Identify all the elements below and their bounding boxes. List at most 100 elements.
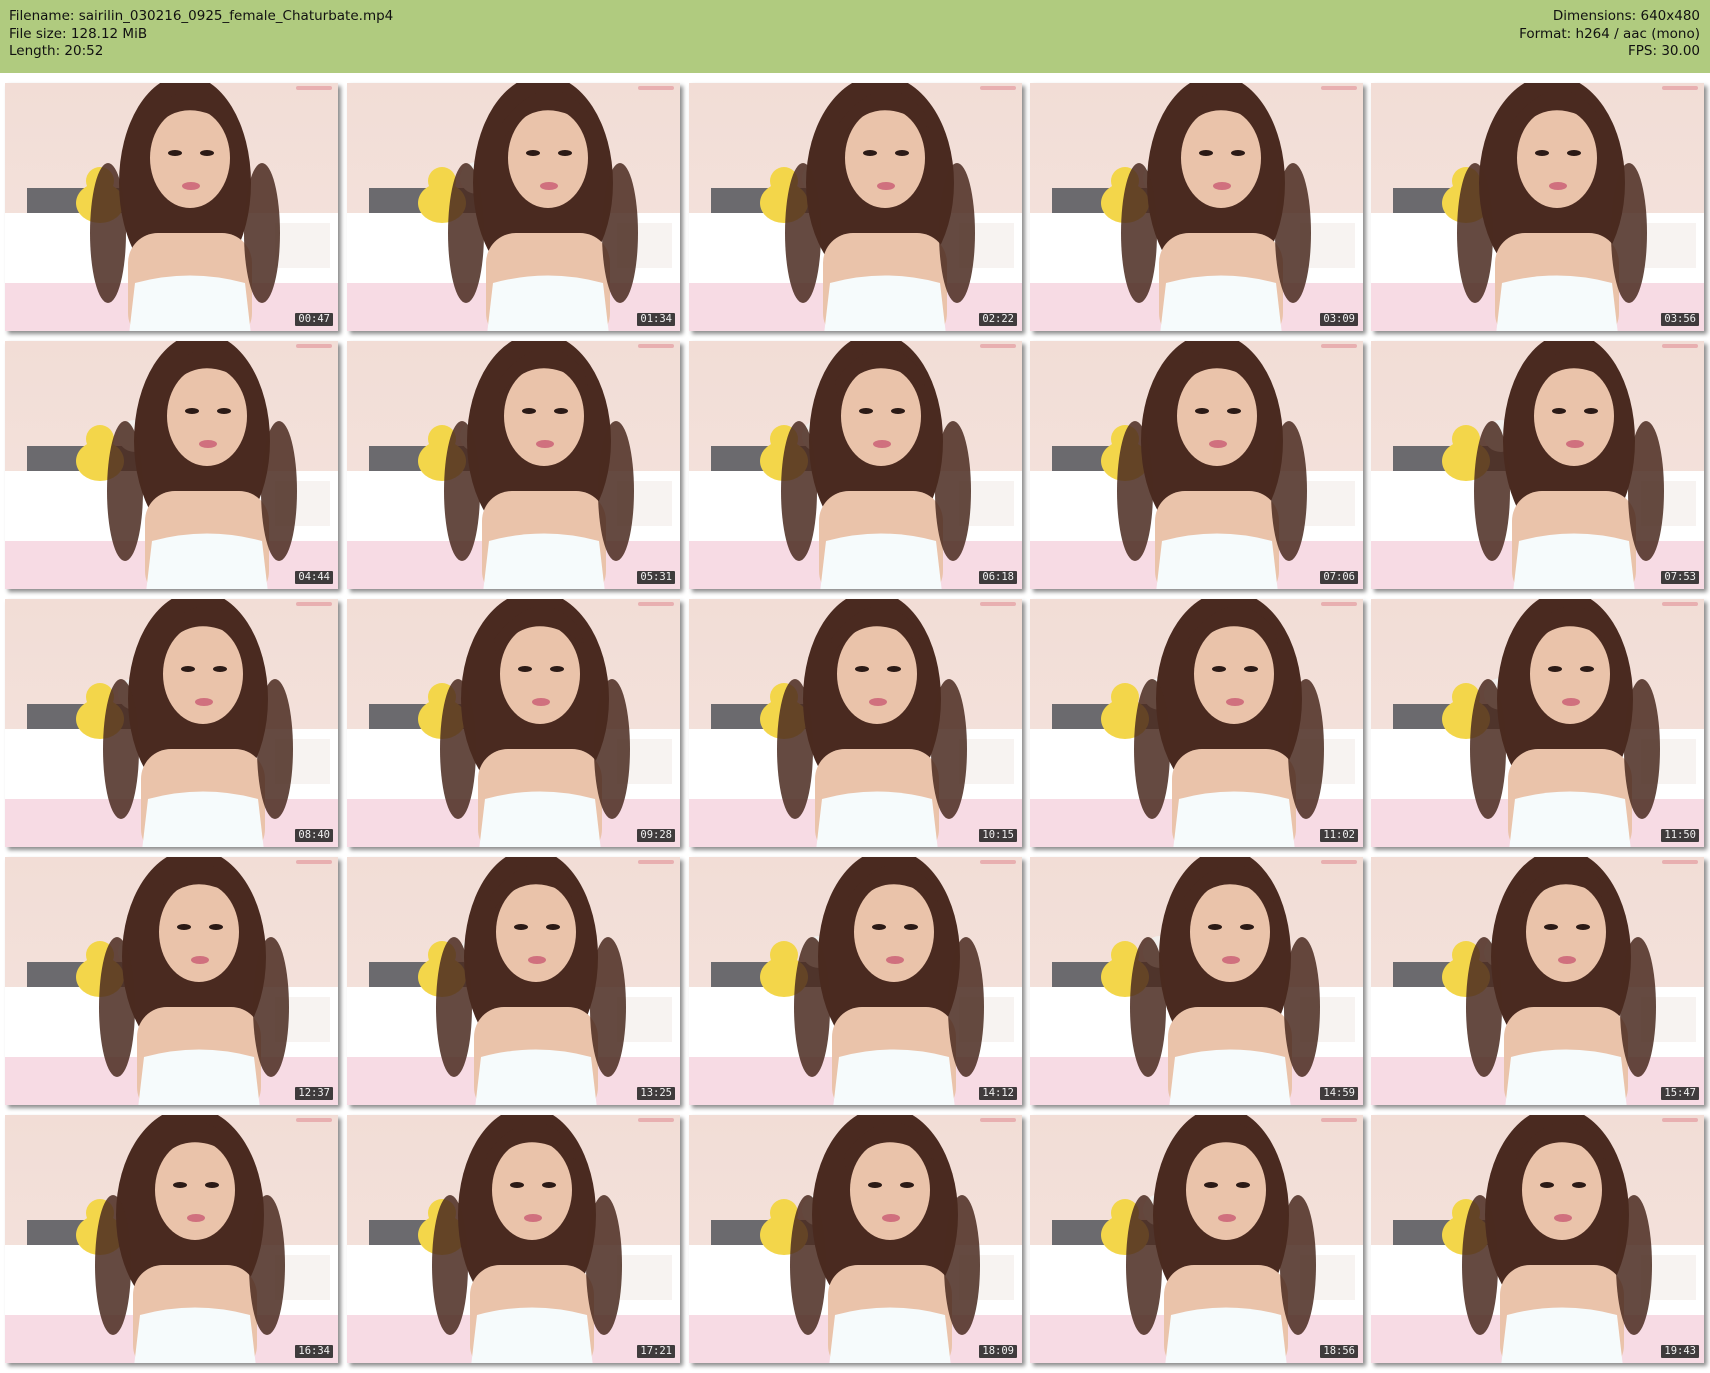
filesize-text: File size: 128.12 MiB bbox=[9, 25, 148, 42]
video-thumbnail: 03:09 bbox=[1030, 83, 1363, 331]
watermark-mark bbox=[296, 860, 332, 864]
frame-scene bbox=[689, 83, 1022, 331]
frame-scene bbox=[1030, 341, 1363, 589]
watermark-mark bbox=[1662, 86, 1698, 90]
timestamp-label: 18:09 bbox=[979, 1345, 1017, 1358]
watermark-mark bbox=[296, 344, 332, 348]
video-thumbnail: 00:47 bbox=[5, 83, 338, 331]
frame-scene bbox=[1030, 599, 1363, 847]
timestamp-label: 18:56 bbox=[1320, 1345, 1358, 1358]
frame-scene bbox=[1030, 857, 1363, 1105]
video-thumbnail: 03:56 bbox=[1371, 83, 1704, 331]
frame-scene bbox=[5, 857, 338, 1105]
watermark-mark bbox=[638, 1118, 674, 1122]
fps-text: FPS: 30.00 bbox=[1628, 43, 1700, 59]
timestamp-label: 03:56 bbox=[1661, 313, 1699, 326]
video-thumbnail: 08:40 bbox=[5, 599, 338, 847]
video-thumbnail: 04:44 bbox=[5, 341, 338, 589]
format-text: Format: h264 / aac (mono) bbox=[1519, 25, 1700, 42]
frame-scene bbox=[689, 341, 1022, 589]
timestamp-label: 15:47 bbox=[1661, 1087, 1699, 1100]
watermark-mark bbox=[1662, 860, 1698, 864]
video-thumbnail: 06:18 bbox=[689, 341, 1022, 589]
frame-scene bbox=[347, 83, 680, 331]
video-thumbnail: 11:50 bbox=[1371, 599, 1704, 847]
frame-scene bbox=[1371, 341, 1704, 589]
video-thumbnail: 09:28 bbox=[347, 599, 680, 847]
watermark-mark bbox=[980, 860, 1016, 864]
frame-scene bbox=[347, 341, 680, 589]
timestamp-label: 10:15 bbox=[979, 829, 1017, 842]
video-thumbnail: 10:15 bbox=[689, 599, 1022, 847]
video-thumbnail: 02:22 bbox=[689, 83, 1022, 331]
frame-scene bbox=[689, 1115, 1022, 1363]
watermark-mark bbox=[980, 344, 1016, 348]
timestamp-label: 14:59 bbox=[1320, 1087, 1358, 1100]
watermark-mark bbox=[1321, 86, 1357, 90]
video-thumbnail: 05:31 bbox=[347, 341, 680, 589]
watermark-mark bbox=[638, 860, 674, 864]
timestamp-label: 02:22 bbox=[979, 313, 1017, 326]
video-thumbnail: 07:06 bbox=[1030, 341, 1363, 589]
timestamp-label: 19:43 bbox=[1661, 1345, 1699, 1358]
timestamp-label: 11:02 bbox=[1320, 829, 1358, 842]
timestamp-label: 07:06 bbox=[1320, 571, 1358, 584]
video-thumbnail: 15:47 bbox=[1371, 857, 1704, 1105]
timestamp-label: 00:47 bbox=[295, 313, 333, 326]
frame-scene bbox=[5, 341, 338, 589]
watermark-mark bbox=[1321, 860, 1357, 864]
watermark-mark bbox=[1321, 1118, 1357, 1122]
frame-scene bbox=[5, 83, 338, 331]
watermark-mark bbox=[296, 86, 332, 90]
watermark-mark bbox=[980, 86, 1016, 90]
timestamp-label: 13:25 bbox=[637, 1087, 675, 1100]
video-thumbnail: 14:12 bbox=[689, 857, 1022, 1105]
video-thumbnail: 14:59 bbox=[1030, 857, 1363, 1105]
watermark-mark bbox=[638, 602, 674, 606]
video-thumbnail: 13:25 bbox=[347, 857, 680, 1105]
frame-scene bbox=[689, 599, 1022, 847]
video-thumbnail: 12:37 bbox=[5, 857, 338, 1105]
file-info-right: Dimensions: 640x480 Format: h264 / aac (… bbox=[1519, 8, 1700, 61]
timestamp-label: 12:37 bbox=[295, 1087, 333, 1100]
thumbnail-grid: 00:47 01:34 02:22 03:09 03:56 04:44 05:31 06:18… bbox=[0, 73, 1710, 1373]
watermark-mark bbox=[638, 344, 674, 348]
video-thumbnail: 11:02 bbox=[1030, 599, 1363, 847]
video-thumbnail: 18:56 bbox=[1030, 1115, 1363, 1363]
timestamp-label: 11:50 bbox=[1661, 829, 1699, 842]
timestamp-label: 14:12 bbox=[979, 1087, 1017, 1100]
frame-scene bbox=[347, 857, 680, 1105]
timestamp-label: 08:40 bbox=[295, 829, 333, 842]
video-thumbnail: 18:09 bbox=[689, 1115, 1022, 1363]
dimensions-text: Dimensions: 640x480 bbox=[1552, 8, 1700, 24]
video-thumbnail: 01:34 bbox=[347, 83, 680, 331]
timestamp-label: 17:21 bbox=[637, 1345, 675, 1358]
frame-scene bbox=[1371, 599, 1704, 847]
watermark-mark bbox=[1662, 1118, 1698, 1122]
info-header: Filename: sairilin_030216_0925_female_Ch… bbox=[0, 0, 1710, 73]
frame-scene bbox=[1371, 857, 1704, 1105]
length-text: Length: 20:52 bbox=[9, 43, 104, 59]
file-info-left: Filename: sairilin_030216_0925_female_Ch… bbox=[9, 8, 393, 61]
timestamp-label: 06:18 bbox=[979, 571, 1017, 584]
video-thumbnail: 17:21 bbox=[347, 1115, 680, 1363]
video-thumbnail: 07:53 bbox=[1371, 341, 1704, 589]
frame-scene bbox=[1030, 1115, 1363, 1363]
watermark-mark bbox=[638, 86, 674, 90]
frame-scene bbox=[1371, 1115, 1704, 1363]
timestamp-label: 16:34 bbox=[295, 1345, 333, 1358]
video-thumbnail: 16:34 bbox=[5, 1115, 338, 1363]
watermark-mark bbox=[296, 602, 332, 606]
frame-scene bbox=[5, 599, 338, 847]
timestamp-label: 05:31 bbox=[637, 571, 675, 584]
filename-text: Filename: sairilin_030216_0925_female_Ch… bbox=[9, 8, 394, 24]
frame-scene bbox=[347, 599, 680, 847]
watermark-mark bbox=[980, 1118, 1016, 1122]
frame-scene bbox=[1030, 83, 1363, 331]
watermark-mark bbox=[296, 1118, 332, 1122]
frame-scene bbox=[347, 1115, 680, 1363]
timestamp-label: 03:09 bbox=[1320, 313, 1358, 326]
watermark-mark bbox=[1662, 344, 1698, 348]
frame-scene bbox=[689, 857, 1022, 1105]
watermark-mark bbox=[980, 602, 1016, 606]
